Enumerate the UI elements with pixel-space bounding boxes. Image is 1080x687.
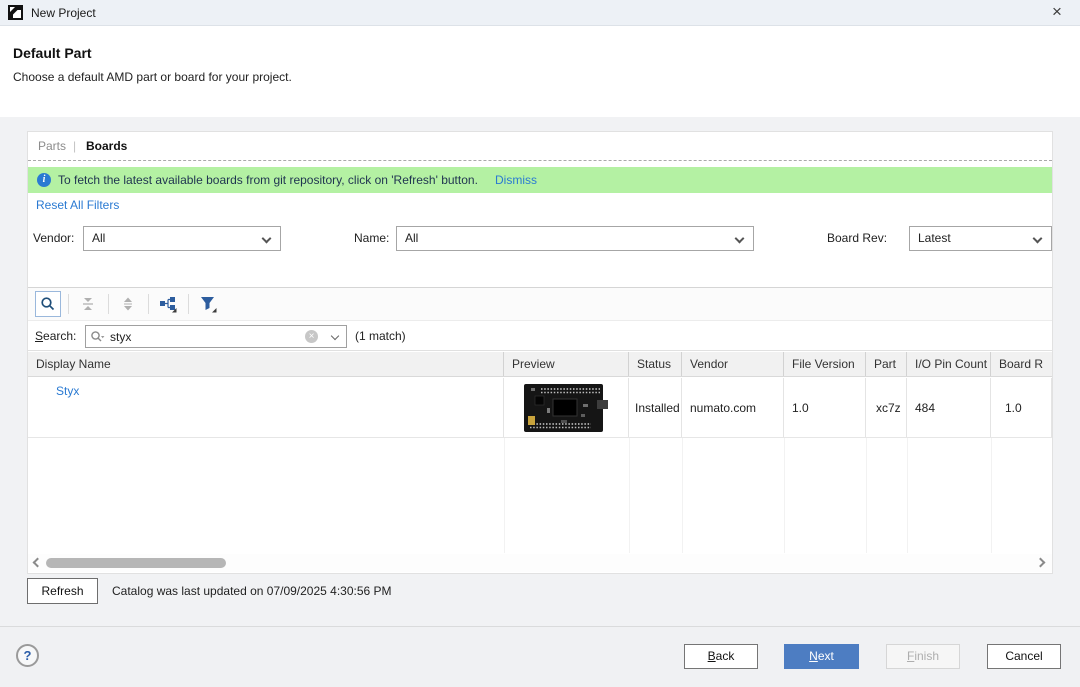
finish-button-label: Finish <box>907 645 939 668</box>
scroll-right-icon[interactable] <box>1036 558 1046 568</box>
close-icon[interactable]: × <box>1044 0 1070 26</box>
column-separator <box>682 438 683 553</box>
hierarchy-icon <box>159 295 177 313</box>
table-body: Styx <box>28 378 1052 553</box>
column-header-io-pin-count[interactable]: I/O Pin Count <box>907 352 991 376</box>
board-table-panel: Search: × (1 match) Display Name Preview… <box>28 287 1052 573</box>
column-header-vendor[interactable]: Vendor <box>682 352 784 376</box>
search-input[interactable] <box>110 326 270 347</box>
tab-parts[interactable]: Parts <box>38 132 66 161</box>
help-button[interactable]: ? <box>16 644 39 667</box>
board-link-styx[interactable]: Styx <box>56 384 79 398</box>
vendor-select[interactable]: All <box>83 226 281 251</box>
title-bar: New Project × <box>0 0 1080 26</box>
toolbar-separator <box>148 294 149 314</box>
catalog-status-text: Catalog was last updated on 07/09/2025 4… <box>112 578 392 604</box>
search-field-icon <box>90 330 105 345</box>
name-select-value: All <box>405 227 418 250</box>
banner-message: To fetch the latest available boards fro… <box>58 167 478 193</box>
tab-separator: | <box>73 132 76 161</box>
collapse-all-icon <box>80 296 96 312</box>
board-rev-select[interactable]: Latest <box>909 226 1052 251</box>
cancel-button-label: Cancel <box>1005 649 1042 663</box>
tab-strip: Parts | Boards <box>28 132 1052 161</box>
match-count: (1 match) <box>355 322 406 351</box>
toolbar-separator <box>108 294 109 314</box>
wizard-footer: ? Back Next Finish Cancel <box>0 626 1080 687</box>
filter-button[interactable] <box>195 291 221 317</box>
search-box: × <box>85 325 347 348</box>
dismiss-link[interactable]: Dismiss <box>495 167 537 193</box>
page-title: Default Part <box>13 45 92 61</box>
table-header-row: Display Name Preview Status Vendor File … <box>28 352 1052 377</box>
cell-display-name: Styx <box>28 378 504 437</box>
scroll-left-icon[interactable] <box>33 558 43 568</box>
search-toggle-button[interactable] <box>35 291 61 317</box>
content-area: Parts | Boards i To fetch the latest ava… <box>0 117 1080 626</box>
info-banner: i To fetch the latest available boards f… <box>28 167 1052 193</box>
toolbar-separator <box>68 294 69 314</box>
table-row[interactable]: Styx <box>28 378 1052 438</box>
cell-io-pin-count: 484 <box>907 378 991 437</box>
cell-part: xc7z <box>866 378 907 437</box>
window-title: New Project <box>31 0 96 26</box>
board-preview-image <box>523 382 609 434</box>
board-chooser-panel: Parts | Boards i To fetch the latest ava… <box>27 131 1053 574</box>
cancel-button[interactable]: Cancel <box>987 644 1061 669</box>
expand-all-icon <box>120 296 136 312</box>
clear-search-icon[interactable]: × <box>305 330 318 343</box>
search-label: Search: <box>35 322 76 351</box>
back-button[interactable]: Back <box>684 644 758 669</box>
cell-file-version: 1.0 <box>784 378 866 437</box>
column-separator <box>866 438 867 553</box>
column-header-status[interactable]: Status <box>629 352 682 376</box>
back-button-label: Back <box>708 645 735 668</box>
reset-all-filters-link[interactable]: Reset All Filters <box>36 195 119 215</box>
search-dropdown-icon[interactable] <box>331 332 339 340</box>
table-toolbar <box>28 288 1052 321</box>
chevron-down-icon <box>735 234 745 244</box>
column-separator <box>907 438 908 553</box>
column-header-board-rev[interactable]: Board R <box>991 352 1052 376</box>
board-rev-select-value: Latest <box>918 227 951 250</box>
column-separator <box>784 438 785 553</box>
horizontal-scrollbar[interactable] <box>28 554 1052 572</box>
column-header-file-version[interactable]: File Version <box>784 352 866 376</box>
column-separator <box>991 438 992 553</box>
page-subtitle: Choose a default AMD part or board for y… <box>13 70 292 84</box>
cell-board-rev: 1.0 <box>991 378 1052 437</box>
column-header-display-name[interactable]: Display Name <box>28 352 504 376</box>
refresh-button[interactable]: Refresh <box>27 578 98 604</box>
column-separator <box>504 438 505 553</box>
chevron-down-icon <box>1033 234 1043 244</box>
vendor-label: Vendor: <box>33 226 74 251</box>
scrollbar-thumb[interactable] <box>46 558 226 568</box>
collapse-all-button[interactable] <box>75 291 101 317</box>
next-button[interactable]: Next <box>784 644 859 669</box>
cell-vendor: numato.com <box>682 378 784 437</box>
next-button-label: Next <box>809 645 834 668</box>
group-by-button[interactable] <box>155 291 181 317</box>
expand-all-button[interactable] <box>115 291 141 317</box>
name-label: Name: <box>354 226 389 251</box>
column-separator <box>629 438 630 553</box>
column-header-preview[interactable]: Preview <box>504 352 629 376</box>
info-icon: i <box>37 173 51 187</box>
filter-funnel-icon <box>199 295 217 313</box>
column-header-part[interactable]: Part <box>866 352 907 376</box>
cell-preview <box>504 378 629 437</box>
tab-boards[interactable]: Boards <box>86 132 127 161</box>
name-select[interactable]: All <box>396 226 754 251</box>
board-rev-label: Board Rev: <box>827 226 887 251</box>
cell-status: Installed <box>629 378 682 437</box>
page-header: Default Part Choose a default AMD part o… <box>0 27 1080 117</box>
search-icon <box>40 296 56 312</box>
vendor-select-value: All <box>92 227 105 250</box>
search-row: Search: × (1 match) <box>28 322 1052 351</box>
chevron-down-icon <box>262 234 272 244</box>
finish-button[interactable]: Finish <box>886 644 960 669</box>
amd-logo-icon <box>8 5 23 20</box>
toolbar-separator <box>188 294 189 314</box>
filter-row: Vendor: All Name: All Board Rev: Latest <box>28 226 1052 253</box>
